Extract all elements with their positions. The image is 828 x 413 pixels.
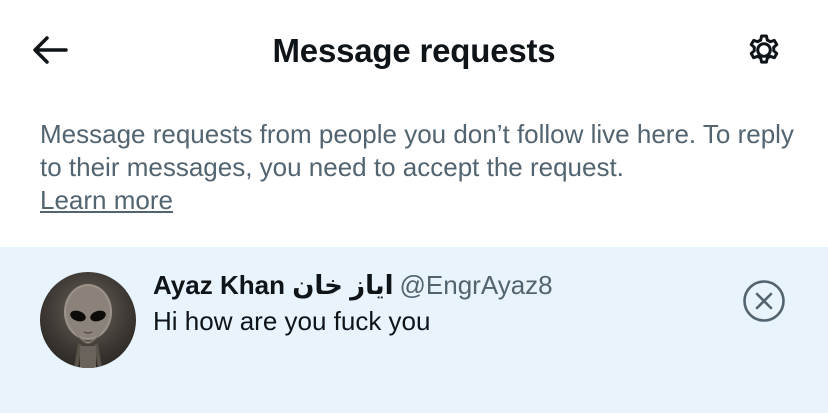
page-title: Message requests (272, 32, 556, 69)
info-text: Message requests from people you don’t f… (40, 118, 800, 217)
gear-icon (743, 29, 785, 76)
message-preview: Hi how are you fuck you (153, 306, 431, 336)
request-sender: Ayaz Khan ایاز خان @EngrAyaz8 (153, 269, 553, 301)
display-name: Ayaz Khan ایاز خان (153, 270, 394, 300)
learn-more-link[interactable]: Learn more (40, 185, 173, 215)
avatar[interactable] (40, 272, 136, 368)
message-request-item[interactable]: Ayaz Khan ایاز خان @EngrAyaz8 Hi how are … (0, 247, 828, 413)
settings-button[interactable] (740, 28, 788, 76)
user-handle: @EngrAyaz8 (399, 270, 553, 300)
info-description: Message requests from people you don’t f… (40, 119, 794, 182)
close-circle-icon (742, 279, 786, 328)
header: Message requests (0, 0, 828, 100)
dismiss-request-button[interactable] (740, 279, 788, 327)
